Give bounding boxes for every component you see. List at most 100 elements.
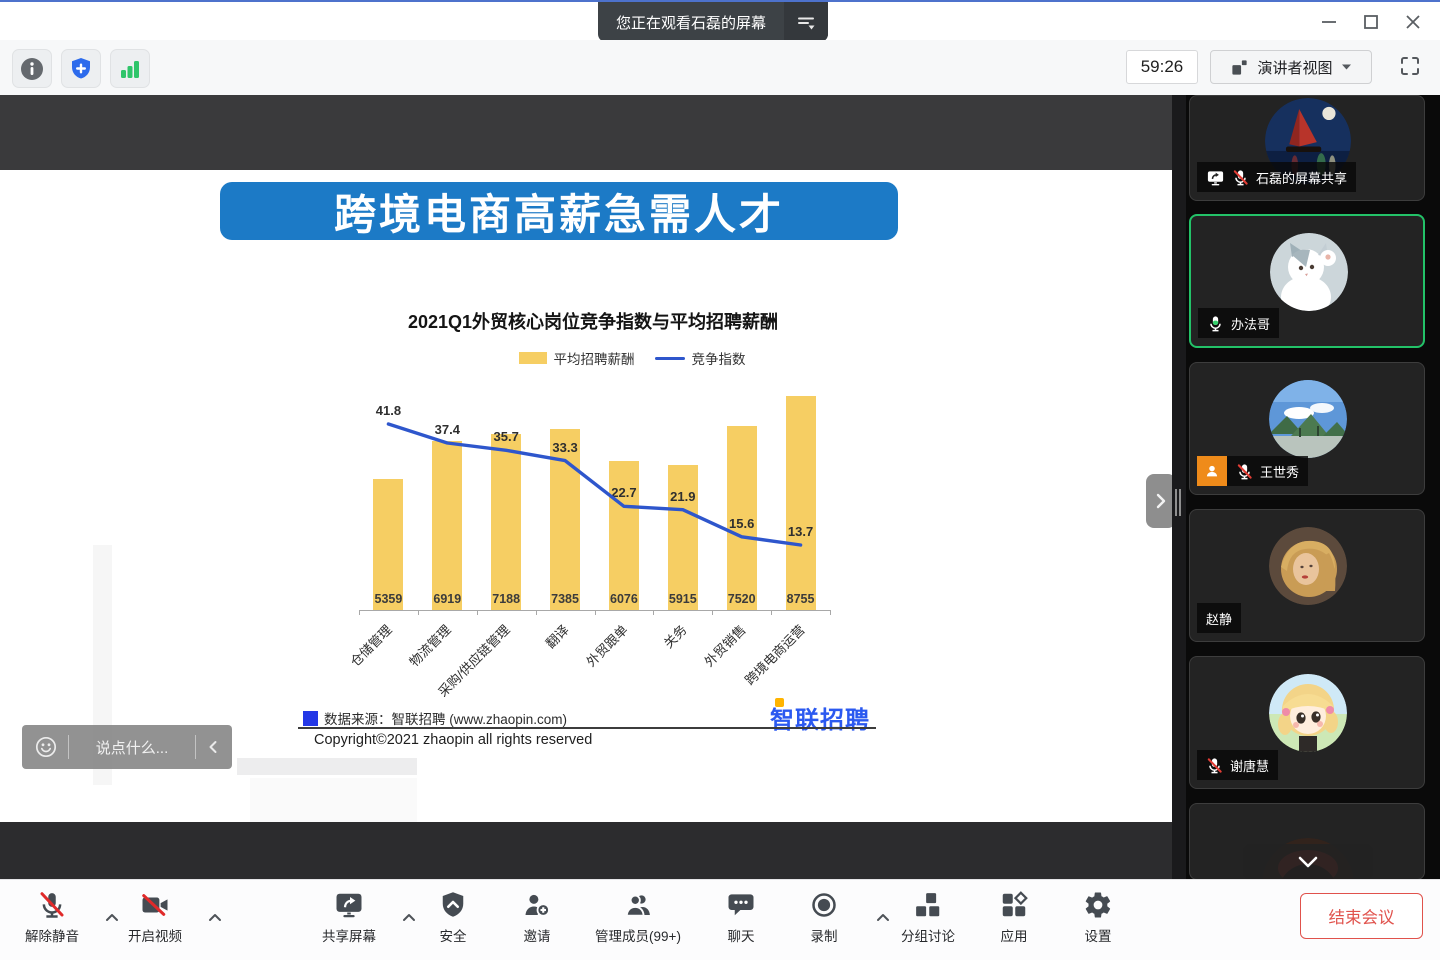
participant-namebar: 石磊的屏幕共享 (1197, 162, 1356, 192)
end-meeting-button[interactable]: 结束会议 (1300, 893, 1423, 939)
collapse-left-icon[interactable] (206, 739, 220, 755)
meeting-timer: 59:26 (1126, 50, 1198, 84)
mic-muted-icon (1206, 757, 1223, 774)
divider (195, 735, 196, 759)
axis-tick (595, 610, 596, 615)
toolbar-item-camera-muted[interactable]: 开启视频 (95, 890, 215, 952)
letterbox-bottom (0, 822, 1172, 880)
toolbar-item-label: 录制 (811, 925, 838, 945)
chat-bubble-icon (726, 890, 756, 920)
participant-label: 王世秀 (1227, 456, 1308, 486)
toolbar-item-record-circle[interactable]: 录制 (764, 890, 884, 952)
participant-tile[interactable]: 办法哥 (1189, 214, 1425, 348)
participant-name: 办法哥 (1231, 314, 1270, 333)
chat-quick-input[interactable]: 说点什么... (22, 725, 232, 769)
security-shield-icon (438, 890, 468, 920)
chevron-down-icon (1297, 855, 1319, 869)
participant-namebar: 王世秀 (1197, 456, 1308, 486)
chart-title: 2021Q1外贸核心岗位竞争指数与平均招聘薪酬 (293, 308, 893, 334)
axis-tick (712, 610, 713, 615)
copyright-text: Copyright©2021 zhaopin all rights reserv… (314, 732, 592, 748)
axis-tick (830, 610, 831, 615)
axis-tick (536, 610, 537, 615)
panel-resize-divider[interactable] (1172, 95, 1186, 880)
smiley-icon[interactable] (34, 735, 58, 759)
axis-tick (477, 610, 478, 615)
participants-panel: 石磊的屏幕共享办法哥王世秀赵静谢唐慧 (1186, 95, 1440, 880)
record-circle-icon (809, 890, 839, 920)
participant-label: 谢唐慧 (1197, 750, 1278, 780)
toolbar-item-settings-gear[interactable]: 设置 (1038, 890, 1158, 952)
apps-grid-icon (999, 890, 1029, 920)
meeting-status-icons (12, 49, 150, 88)
legend-bar-swatch (519, 352, 547, 364)
legend-line-swatch (655, 357, 685, 360)
participant-namebar: 赵静 (1197, 603, 1241, 633)
participant-tile[interactable]: 赵静 (1189, 509, 1425, 642)
screen-share-icon (1206, 168, 1225, 187)
mic-muted-icon (1236, 463, 1253, 480)
avatar (1269, 674, 1347, 752)
avatar (1269, 380, 1347, 458)
view-mode-label: 演讲者视图 (1257, 57, 1332, 78)
meeting-info-icon[interactable] (12, 49, 52, 88)
participant-tile[interactable] (1189, 803, 1425, 880)
window-controls (1312, 2, 1430, 42)
layout-view-icon (1230, 58, 1249, 77)
mic-muted-icon (37, 890, 67, 920)
slide-artifact (250, 778, 417, 822)
mic-muted-icon (1232, 169, 1249, 186)
minimize-button[interactable] (1312, 7, 1346, 37)
toolbar-item-share-screen[interactable]: 共享屏幕 (289, 890, 409, 952)
toolbar-item-label: 聊天 (728, 925, 755, 945)
watching-banner-menu-icon[interactable] (784, 2, 828, 42)
meeting-app-window: 您正在观看石磊的屏幕 59:26 演讲者视图 (0, 0, 1440, 960)
mic-active-icon (1207, 315, 1224, 332)
competition-index-line (359, 380, 830, 610)
profile-badge-icon (1197, 456, 1227, 486)
view-mode-button[interactable]: 演讲者视图 (1210, 50, 1372, 84)
invite-person-icon (522, 890, 552, 920)
camera-muted-icon (140, 890, 170, 920)
participant-tile[interactable]: 谢唐慧 (1189, 656, 1425, 789)
toolbar-item-label: 管理成员(99+) (595, 925, 681, 945)
settings-gear-icon (1083, 890, 1113, 920)
toolbar-item-members[interactable]: 管理成员(99+) (578, 890, 698, 952)
divider (68, 735, 69, 759)
scroll-down-button[interactable] (1243, 844, 1373, 880)
toolbar-item-label: 共享屏幕 (322, 925, 376, 945)
drag-handle-line (1179, 489, 1181, 516)
chevron-down-icon (1341, 63, 1352, 71)
toolbar-item-label: 分组讨论 (901, 925, 955, 945)
axis-tick (653, 610, 654, 615)
toolbar-item-label: 解除静音 (25, 925, 79, 945)
axis-tick (418, 610, 419, 615)
members-icon (623, 890, 653, 920)
network-signal-icon[interactable] (110, 49, 150, 88)
avatar (1269, 527, 1347, 605)
fullscreen-button[interactable] (1392, 50, 1428, 82)
logo-yellow-accent (775, 698, 784, 707)
legend-bar-label: 平均招聘薪酬 (554, 348, 635, 368)
axis-tick (771, 610, 772, 615)
slide-artifact (237, 758, 417, 775)
participant-name: 石磊的屏幕共享 (1256, 168, 1347, 187)
toolbar-item-label: 应用 (1001, 925, 1028, 945)
participant-namebar: 谢唐慧 (1197, 750, 1278, 780)
watching-banner-text: 您正在观看石磊的屏幕 (598, 2, 784, 42)
participant-label: 办法哥 (1198, 308, 1279, 338)
watching-banner: 您正在观看石磊的屏幕 (598, 2, 828, 42)
participant-tile[interactable]: 王世秀 (1189, 362, 1425, 495)
axis-tick (359, 610, 360, 615)
maximize-button[interactable] (1354, 7, 1388, 37)
slide-divider-line (298, 727, 876, 729)
chart-legend: 平均招聘薪酬 竞争指数 (332, 348, 932, 368)
toolbar-item-expand-chevron[interactable] (206, 910, 224, 924)
participant-namebar: 办法哥 (1198, 308, 1279, 338)
drag-handle-line (1175, 489, 1177, 516)
security-shield-plus-icon[interactable] (61, 49, 101, 88)
meeting-controls-bar: 结束会议 解除静音开启视频共享屏幕安全邀请管理成员(99+)聊天录制分组讨论应用… (0, 879, 1440, 960)
chat-input-placeholder[interactable]: 说点什么... (79, 737, 185, 758)
participant-tile[interactable]: 石磊的屏幕共享 (1189, 95, 1425, 201)
close-button[interactable] (1396, 7, 1430, 37)
